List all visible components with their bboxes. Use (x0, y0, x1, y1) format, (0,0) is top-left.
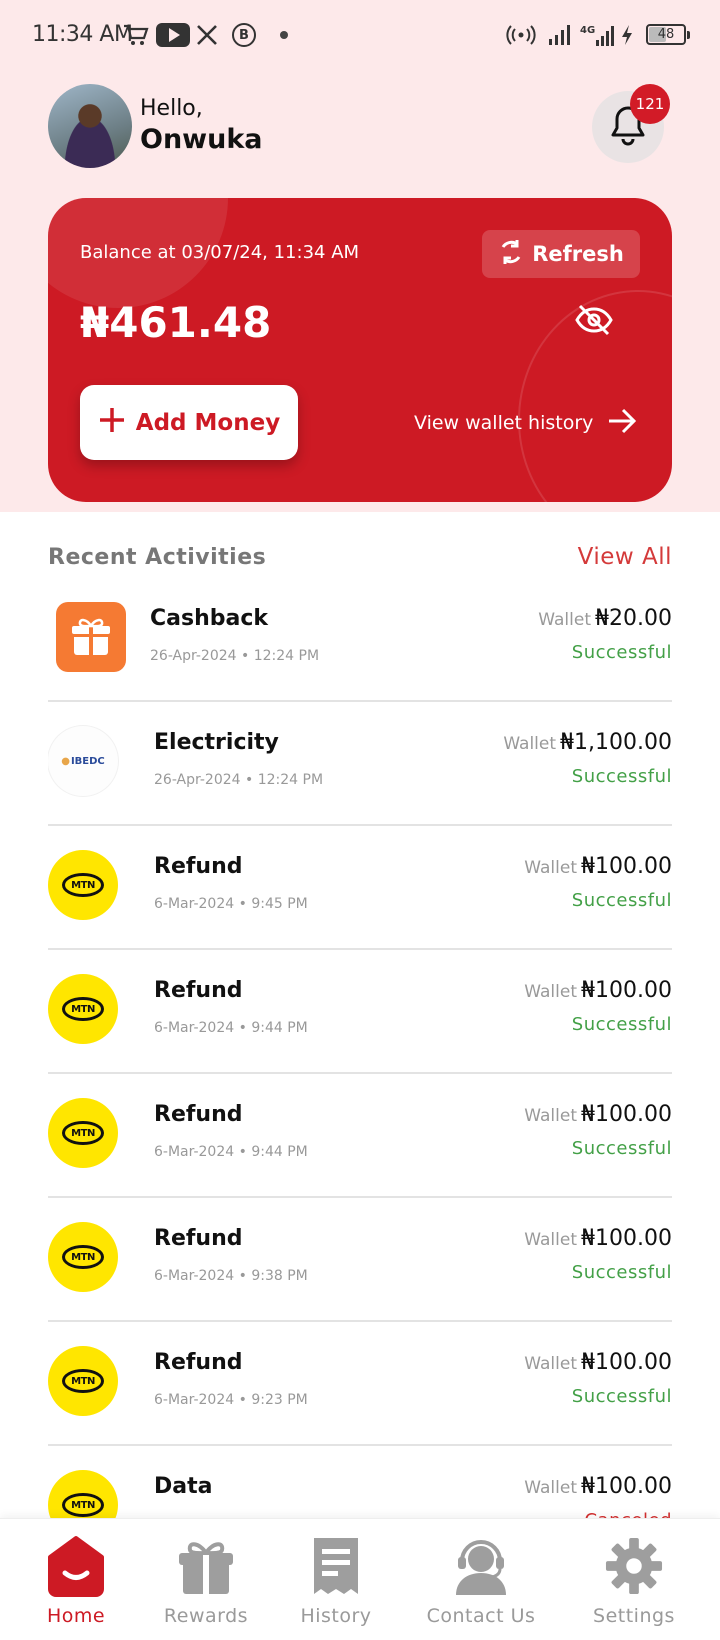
view-wallet-history-link[interactable]: View wallet history (414, 404, 637, 442)
plus-icon (98, 406, 126, 440)
item-date: 6-Mar-2024 • 9:45 PM (154, 896, 308, 912)
cart-icon (122, 22, 150, 48)
status-badge: Successful (571, 1262, 672, 1283)
gift-icon (177, 1535, 235, 1597)
signal-icon (548, 22, 572, 48)
item-title: Refund (154, 1226, 243, 1251)
nav-contact-us[interactable]: Contact Us (416, 1535, 546, 1635)
home-icon (47, 1535, 105, 1597)
nav-label: Settings (593, 1605, 675, 1627)
item-amount: Wallet ₦100.00 (524, 854, 672, 879)
avatar[interactable] (48, 84, 132, 168)
headset-icon (452, 1535, 510, 1597)
list-item[interactable]: MTN Refund 6-Mar-2024 • 9:44 PM Wallet ₦1… (48, 1074, 672, 1198)
nav-settings[interactable]: Settings (569, 1535, 699, 1635)
battery-icon: 48 (646, 24, 690, 45)
item-date: 6-Mar-2024 • 9:44 PM (154, 1144, 308, 1160)
item-date: 6-Mar-2024 • 9:38 PM (154, 1268, 308, 1284)
item-amount: Wallet ₦100.00 (524, 1102, 672, 1127)
item-date: 26-Apr-2024 • 12:24 PM (150, 648, 320, 664)
nav-history[interactable]: History (271, 1535, 401, 1635)
nav-rewards[interactable]: Rewards (141, 1535, 271, 1635)
status-badge: Successful (571, 1386, 672, 1407)
mtn-logo: MTN (48, 1098, 118, 1168)
status-badge: Successful (571, 766, 672, 787)
list-item[interactable]: MTN Data Wallet₦100.00 Canceled (48, 1446, 672, 1518)
item-amount: Wallet ₦1,100.00 (503, 730, 672, 755)
refresh-button[interactable]: Refresh (482, 230, 640, 278)
list-item[interactable]: Cashback 26-Apr-2024 • 12:24 PM Wallet ₦2… (48, 578, 672, 702)
notification-badge: 121 (630, 84, 670, 124)
item-title: Electricity (154, 730, 279, 755)
signal-4g-icon: 4G (580, 22, 616, 48)
list-item[interactable]: ● IBEDC Electricity 26-Apr-2024 • 12:24 P… (48, 702, 672, 826)
item-title: Cashback (150, 606, 269, 631)
status-bar: 11:34 AM B 4G 48 (0, 0, 720, 72)
nav-label: Rewards (163, 1605, 249, 1627)
hide-balance-button[interactable] (572, 302, 616, 342)
balance-card: Balance at 03/07/24, 11:34 AM Refresh ₦4… (48, 198, 672, 502)
gear-icon (605, 1535, 663, 1597)
list-item[interactable]: MTN Refund 6-Mar-2024 • 9:38 PM Wallet ₦1… (48, 1198, 672, 1322)
item-title: Refund (154, 1350, 243, 1375)
greeting: Hello, (140, 96, 203, 121)
item-date: 26-Apr-2024 • 12:24 PM (154, 772, 324, 788)
charging-icon (620, 22, 634, 48)
nav-label: Home (46, 1605, 106, 1627)
mtn-logo: MTN (48, 974, 118, 1044)
b-app-icon: B (232, 23, 256, 47)
gift-icon (56, 602, 126, 672)
mtn-logo: MTN (48, 1222, 118, 1292)
mtn-logo: MTN (48, 1470, 118, 1518)
item-date: 6-Mar-2024 • 9:23 PM (154, 1392, 308, 1408)
svg-text:4G: 4G (580, 25, 595, 36)
item-amount: Wallet ₦20.00 (538, 606, 672, 631)
status-badge: Canceled (585, 1510, 672, 1518)
bottom-nav: Home Rewards History Contact Us Settings (0, 1518, 720, 1640)
x-icon (196, 22, 218, 48)
user-name: Onwuka (140, 124, 263, 155)
refresh-icon (498, 239, 524, 270)
item-title: Refund (154, 978, 243, 1003)
history-link-label: View wallet history (414, 412, 594, 434)
add-money-label: Add Money (135, 409, 281, 436)
item-title: Refund (154, 854, 243, 879)
list-item[interactable]: MTN Refund 6-Mar-2024 • 9:23 PM Wallet ₦1… (48, 1322, 672, 1446)
item-date: 6-Mar-2024 • 9:44 PM (154, 1020, 308, 1036)
nav-label: Contact Us (426, 1605, 536, 1627)
balance-amount: ₦461.48 (80, 298, 272, 347)
nav-label: History (300, 1605, 372, 1627)
mtn-logo: MTN (48, 1346, 118, 1416)
add-money-button[interactable]: Add Money (80, 385, 298, 460)
list-item[interactable]: MTN Refund 6-Mar-2024 • 9:45 PM Wallet ₦1… (48, 826, 672, 950)
status-badge: Successful (571, 890, 672, 911)
notification-dot-icon (280, 31, 288, 39)
status-badge: Successful (571, 1014, 672, 1035)
balance-timestamp: Balance at 03/07/24, 11:34 AM (80, 242, 360, 263)
receipt-icon (307, 1535, 365, 1597)
item-title: Data (154, 1474, 213, 1499)
item-title: Refund (154, 1102, 243, 1127)
mtn-logo: MTN (48, 850, 118, 920)
status-badge: Successful (571, 642, 672, 663)
arrow-right-icon (607, 408, 637, 439)
refresh-label: Refresh (532, 242, 624, 266)
activity-list: Cashback 26-Apr-2024 • 12:24 PM Wallet ₦2… (48, 578, 672, 1518)
view-all-link[interactable]: View All (578, 544, 672, 570)
youtube-icon (156, 23, 190, 47)
item-amount: Wallet ₦100.00 (524, 1226, 672, 1251)
hotspot-icon (506, 22, 536, 48)
list-item[interactable]: MTN Refund 6-Mar-2024 • 9:44 PM Wallet ₦1… (48, 950, 672, 1074)
item-amount: Wallet ₦100.00 (524, 1350, 672, 1375)
recent-activities-title: Recent Activities (48, 545, 267, 570)
item-amount: Wallet ₦100.00 (524, 978, 672, 1003)
item-amount: Wallet ₦100.00 (524, 1474, 672, 1499)
ibedc-logo: ● IBEDC (48, 726, 118, 796)
status-badge: Successful (571, 1138, 672, 1159)
nav-home[interactable]: Home (11, 1535, 141, 1635)
status-time: 11:34 AM (32, 22, 133, 47)
eye-off-icon (574, 303, 614, 341)
